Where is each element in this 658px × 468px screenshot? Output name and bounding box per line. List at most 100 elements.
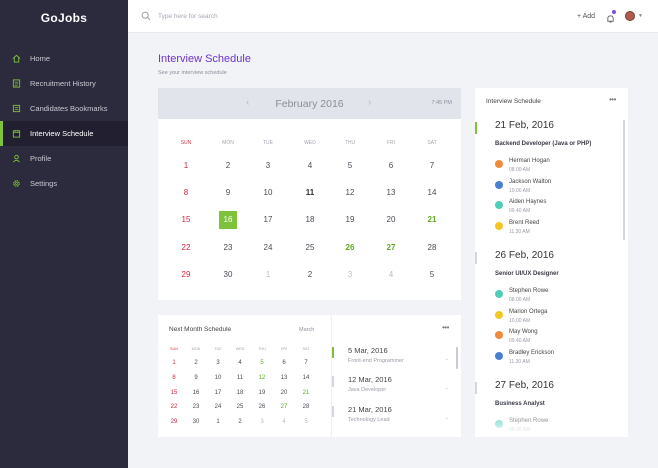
calendar-day[interactable]: 12 [341,184,359,202]
mini-calendar-day[interactable]: 13 [276,373,292,383]
search-icon[interactable] [141,11,151,21]
notification-bell-icon[interactable] [606,10,617,23]
mini-calendar-day[interactable]: 1 [166,358,182,368]
calendar-day[interactable]: 27 [382,239,400,257]
calendar-day[interactable]: 15 [177,211,195,229]
calendar-day[interactable]: 2 [219,157,237,175]
mini-calendar-day[interactable]: 8 [166,373,182,383]
mini-calendar-day[interactable]: 30 [188,417,204,427]
calendar-day[interactable]: 8 [177,184,195,202]
mini-calendar-day[interactable]: 18 [232,388,248,398]
mini-calendar-day[interactable]: 3 [254,417,270,427]
candidate-item[interactable]: Herman Hogan 08.00 AM [495,158,615,178]
calendar-day[interactable]: 22 [177,239,195,257]
calendar-day[interactable]: 3 [341,266,359,284]
chevron-down-icon[interactable]: ⌄ [445,356,449,362]
mini-calendar-day[interactable]: 16 [188,388,204,398]
event-item[interactable]: 12 Mar, 2016 Java Developer ⌄ [332,375,461,403]
calendar-day[interactable]: 4 [301,157,319,175]
avatar[interactable] [625,11,636,21]
mini-calendar-day[interactable]: 10 [210,373,226,383]
calendar-day[interactable]: 9 [219,184,237,202]
mini-calendar-day[interactable]: 4 [276,417,292,427]
add-button[interactable]: + Add [577,13,595,20]
mini-calendar-day[interactable]: 17 [210,388,226,398]
mini-calendar-day[interactable]: 22 [166,402,182,412]
sidebar-item-interview-schedule[interactable]: Interview Schedule [0,121,128,146]
event-list-scrollbar[interactable] [456,347,458,369]
mini-calendar-day[interactable]: 15 [166,388,182,398]
calendar-day[interactable]: 7 [423,157,441,175]
sidebar-item-candidates-bookmarks[interactable]: Candidates Bookmarks [0,96,128,121]
mini-calendar-day[interactable]: 27 [276,402,292,412]
calendar-day[interactable]: 6 [382,157,400,175]
calendar-day[interactable]: 17 [259,211,277,229]
sidebar-item-settings[interactable]: Settings [0,171,128,196]
calendar-day[interactable]: 5 [423,266,441,284]
calendar-day[interactable]: 4 [382,266,400,284]
calendar-day[interactable]: 11 [301,184,319,202]
mini-calendar-day[interactable]: 1 [210,417,226,427]
candidate-item[interactable]: Aiden Haynes 09.40 AM [495,199,615,219]
candidate-item[interactable]: Brent Reed 11.30 AM [495,220,615,240]
mini-calendar-day[interactable]: 11 [232,373,248,383]
calendar-day[interactable]: 19 [341,211,359,229]
mini-calendar-day[interactable]: 25 [232,402,248,412]
mini-calendar-day[interactable]: 6 [276,358,292,368]
mini-calendar-day[interactable]: 2 [188,358,204,368]
mini-calendar-day[interactable]: 9 [188,373,204,383]
candidate-item[interactable]: Marion Ortega 10.00 AM [495,309,615,329]
mini-calendar-day[interactable]: 19 [254,388,270,398]
chevron-down-icon[interactable]: ⌄ [445,385,449,391]
mini-calendar-day[interactable]: 7 [298,358,314,368]
sidebar-item-recruitment-history[interactable]: Recruitment History [0,71,128,96]
calendar-day[interactable]: 30 [219,266,237,284]
mini-calendar-day[interactable]: 3 [210,358,226,368]
calendar-day[interactable]: 25 [301,239,319,257]
mini-calendar-day[interactable]: 23 [188,402,204,412]
calendar-day[interactable]: 10 [259,184,277,202]
calendar-day[interactable]: 21 [423,211,441,229]
calendar-day[interactable]: 13 [382,184,400,202]
calendar-day[interactable]: 24 [259,239,277,257]
panel-scrollbar[interactable] [623,120,625,240]
mini-calendar-day[interactable]: 12 [254,373,270,383]
mini-calendar-day[interactable]: 21 [298,388,314,398]
event-item[interactable]: 5 Mar, 2016 Front-end Programmer ⌄ [332,346,461,374]
mini-calendar-day[interactable]: 2 [232,417,248,427]
chevron-down-icon[interactable]: ⌄ [445,415,449,421]
sidebar-item-profile[interactable]: Profile [0,146,128,171]
mini-calendar-day[interactable]: 5 [254,358,270,368]
search-input[interactable] [158,12,358,20]
calendar-day[interactable]: 16 [219,211,237,229]
candidate-item[interactable]: Jackson Walton 10.00 AM [495,179,615,199]
mini-calendar-day[interactable]: 26 [254,402,270,412]
candidate-item[interactable]: May Wong 09.40 AM [495,329,615,349]
prev-month-icon[interactable]: ‹ [246,97,249,108]
calendar-day[interactable]: 14 [423,184,441,202]
logo[interactable]: GoJobs [0,0,128,36]
mini-calendar-day[interactable]: 29 [166,417,182,427]
more-options-icon[interactable]: ••• [442,323,449,332]
chevron-down-icon[interactable]: ▼ [638,13,643,19]
mini-calendar-day[interactable]: 5 [298,417,314,427]
mini-calendar-day[interactable]: 4 [232,358,248,368]
calendar-day[interactable]: 18 [301,211,319,229]
mini-calendar-day[interactable]: 20 [276,388,292,398]
calendar-day[interactable]: 20 [382,211,400,229]
calendar-day[interactable]: 26 [341,239,359,257]
calendar-day[interactable]: 1 [259,266,277,284]
candidate-item[interactable]: Stephen Rowe 08.00 AM [495,288,615,308]
next-month-icon[interactable]: › [368,97,371,108]
more-options-icon[interactable]: ••• [609,95,616,104]
mini-calendar-day[interactable]: 28 [298,402,314,412]
sidebar-item-home[interactable]: Home [0,46,128,71]
mini-calendar-day[interactable]: 14 [298,373,314,383]
mini-calendar-day[interactable]: 24 [210,402,226,412]
calendar-day[interactable]: 1 [177,157,195,175]
event-item[interactable]: 21 Mar, 2016 Technology Lead ⌄ [332,405,461,433]
candidate-item[interactable]: Bradley Erickson 11.30 AM [495,350,615,370]
calendar-day[interactable]: 3 [259,157,277,175]
calendar-day[interactable]: 23 [219,239,237,257]
calendar-day[interactable]: 5 [341,157,359,175]
